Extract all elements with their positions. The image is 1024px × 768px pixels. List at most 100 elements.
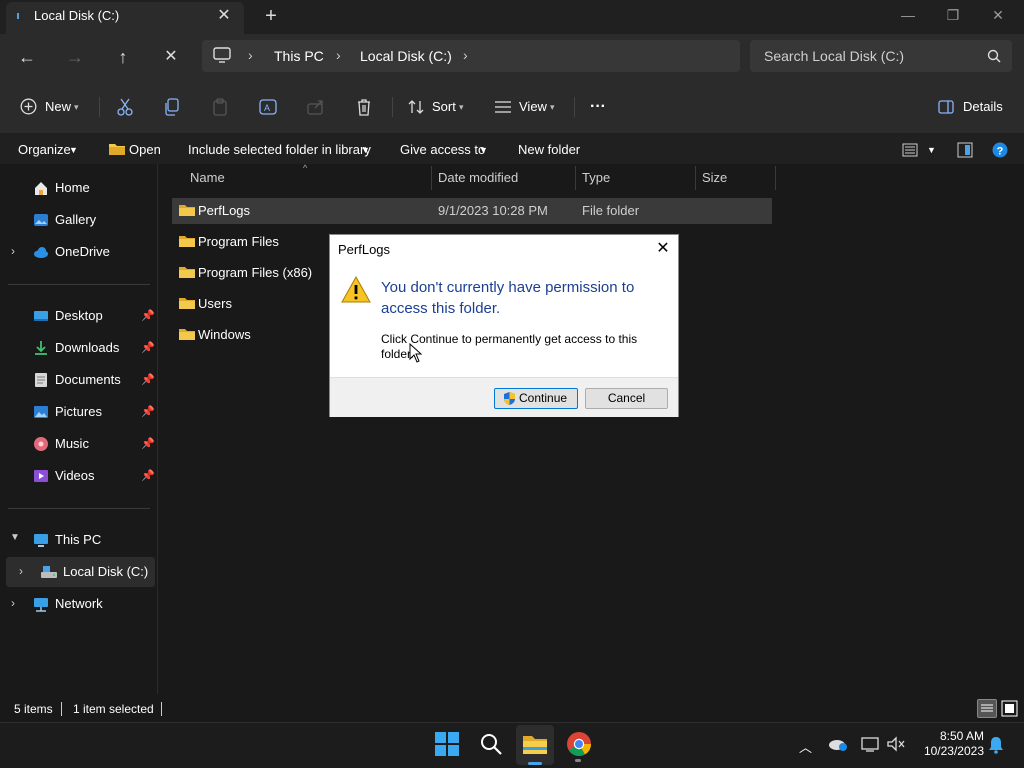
rename-icon[interactable]: A — [257, 96, 279, 118]
back-button[interactable]: ← — [14, 44, 40, 70]
paste-icon[interactable] — [209, 96, 231, 118]
sidebar-item-label: Downloads — [55, 340, 120, 355]
give-access-menu[interactable]: Give access to — [400, 142, 485, 157]
chevron-right-icon[interactable]: › — [248, 47, 253, 63]
drive-icon — [40, 564, 57, 580]
sort-button[interactable]: Sort — [432, 96, 456, 118]
sidebar-item-home[interactable]: Home — [0, 174, 158, 202]
pin-icon[interactable]: 📌 — [141, 373, 155, 386]
breadcrumb-this-pc[interactable]: This PC — [274, 48, 324, 64]
volume-muted-icon[interactable] — [886, 736, 906, 752]
continue-button[interactable]: Continue — [494, 388, 578, 409]
search-icon[interactable] — [987, 49, 1001, 63]
music-icon — [33, 436, 49, 452]
pin-icon[interactable]: 📌 — [141, 437, 155, 450]
view-button[interactable]: View — [519, 96, 547, 118]
column-header-date[interactable]: Date modified — [438, 170, 518, 185]
close-window-button[interactable]: ✕ — [985, 5, 1011, 25]
chevron-right-icon[interactable]: › — [463, 47, 468, 63]
large-icons-view-icon[interactable] — [1001, 700, 1018, 717]
sidebar-item-pictures[interactable]: Pictures 📌 — [0, 398, 158, 426]
organize-menu[interactable]: Organize — [18, 142, 71, 157]
pin-icon[interactable]: 📌 — [141, 405, 155, 418]
sidebar-item-desktop[interactable]: Desktop 📌 — [0, 302, 158, 330]
open-button[interactable]: Open — [129, 142, 161, 157]
pin-icon[interactable]: 📌 — [141, 341, 155, 354]
sidebar-divider — [8, 508, 150, 509]
sidebar-item-videos[interactable]: Videos 📌 — [0, 462, 158, 490]
sidebar-item-documents[interactable]: Documents 📌 — [0, 366, 158, 394]
include-in-library-menu[interactable]: Include selected folder in library — [188, 142, 371, 157]
sidebar-item-network[interactable]: › Network — [0, 590, 158, 618]
uac-shield-icon — [503, 391, 516, 406]
details-view-icon[interactable] — [977, 699, 997, 718]
pin-icon[interactable]: 📌 — [141, 469, 155, 482]
pin-icon[interactable]: 📌 — [141, 309, 155, 322]
cancel-button[interactable]: Cancel — [585, 388, 668, 409]
share-icon[interactable] — [305, 96, 327, 118]
sidebar-item-gallery[interactable]: Gallery — [0, 206, 158, 234]
chevron-down-icon: ▼ — [361, 145, 370, 155]
sidebar-item-onedrive[interactable]: › OneDrive — [0, 238, 158, 266]
delete-icon[interactable] — [353, 96, 375, 118]
file-explorer-taskbar-button[interactable] — [516, 725, 554, 765]
new-tab-button[interactable]: + — [260, 5, 282, 27]
onedrive-tray-icon[interactable] — [828, 736, 848, 752]
chrome-icon[interactable] — [566, 731, 592, 757]
chevron-right-icon[interactable]: › — [336, 47, 341, 63]
table-row[interactable]: PerfLogs 9/1/2023 10:28 PM File folder — [172, 198, 772, 224]
change-view-icon[interactable] — [902, 143, 918, 157]
sidebar-divider — [8, 284, 150, 285]
sidebar-item-this-pc[interactable]: ▼ This PC — [0, 526, 158, 554]
column-divider[interactable] — [575, 166, 576, 190]
status-divider — [161, 702, 162, 716]
active-app-indicator — [528, 762, 542, 765]
sidebar-item-label: Home — [55, 180, 90, 195]
help-icon[interactable]: ? — [992, 142, 1008, 158]
chevron-right-icon[interactable]: › — [11, 244, 15, 258]
details-button[interactable]: Details — [963, 96, 1003, 118]
dialog-title: PerfLogs — [338, 242, 391, 257]
notification-bell-icon[interactable] — [988, 736, 1004, 754]
minimize-button[interactable]: — — [895, 5, 921, 25]
column-header-type[interactable]: Type — [582, 170, 610, 185]
display-tray-icon[interactable] — [860, 736, 880, 752]
column-divider[interactable] — [431, 166, 432, 190]
cut-icon[interactable] — [114, 96, 136, 118]
new-folder-button[interactable]: New folder — [518, 142, 580, 157]
breadcrumb-local-disk[interactable]: Local Disk (C:) — [360, 48, 452, 64]
chevron-down-icon[interactable]: ▼ — [10, 532, 20, 543]
column-divider[interactable] — [695, 166, 696, 190]
copy-icon[interactable] — [161, 96, 183, 118]
folder-icon — [178, 233, 196, 249]
tab-close-icon[interactable]: ✕ — [214, 6, 234, 26]
restore-button[interactable]: ❐ — [940, 5, 966, 25]
preview-pane-icon[interactable] — [957, 142, 973, 158]
sidebar-item-label: Videos — [55, 468, 95, 483]
sidebar-item-music[interactable]: Music 📌 — [0, 430, 158, 458]
chevron-right-icon[interactable]: › — [19, 564, 23, 578]
chevron-right-icon[interactable]: › — [11, 596, 15, 610]
dialog-heading: You don't currently have permission to a… — [381, 279, 635, 317]
up-button[interactable]: ↑ — [110, 44, 136, 70]
forward-button[interactable]: → — [62, 44, 88, 70]
new-button[interactable]: New — [45, 96, 71, 118]
more-options-button[interactable]: ··· — [590, 96, 606, 118]
sidebar-item-local-disk[interactable]: › Local Disk (C:) — [6, 557, 155, 587]
windows-start-icon[interactable] — [434, 731, 460, 757]
chevron-down-icon[interactable]: ▼ — [927, 145, 936, 155]
column-divider[interactable] — [775, 166, 776, 190]
column-header-name[interactable]: Name — [190, 170, 225, 185]
stop-loading-button[interactable]: ✕ — [158, 44, 184, 70]
column-header-size[interactable]: Size — [702, 170, 727, 185]
dialog-close-icon[interactable]: ✕ — [653, 239, 673, 259]
search-taskbar-icon[interactable] — [479, 732, 503, 756]
clock[interactable]: 8:50 AM 10/23/2023 — [918, 729, 984, 759]
details-pane-icon — [938, 100, 954, 114]
chevron-down-icon: ▾ — [550, 102, 555, 112]
sidebar-item-downloads[interactable]: Downloads 📌 — [0, 334, 158, 362]
sidebar-item-label: Music — [55, 436, 89, 451]
sidebar-item-label: Local Disk (C:) — [63, 564, 149, 579]
chevron-up-icon[interactable]: ︿ — [799, 737, 812, 756]
view-icon — [494, 100, 512, 114]
